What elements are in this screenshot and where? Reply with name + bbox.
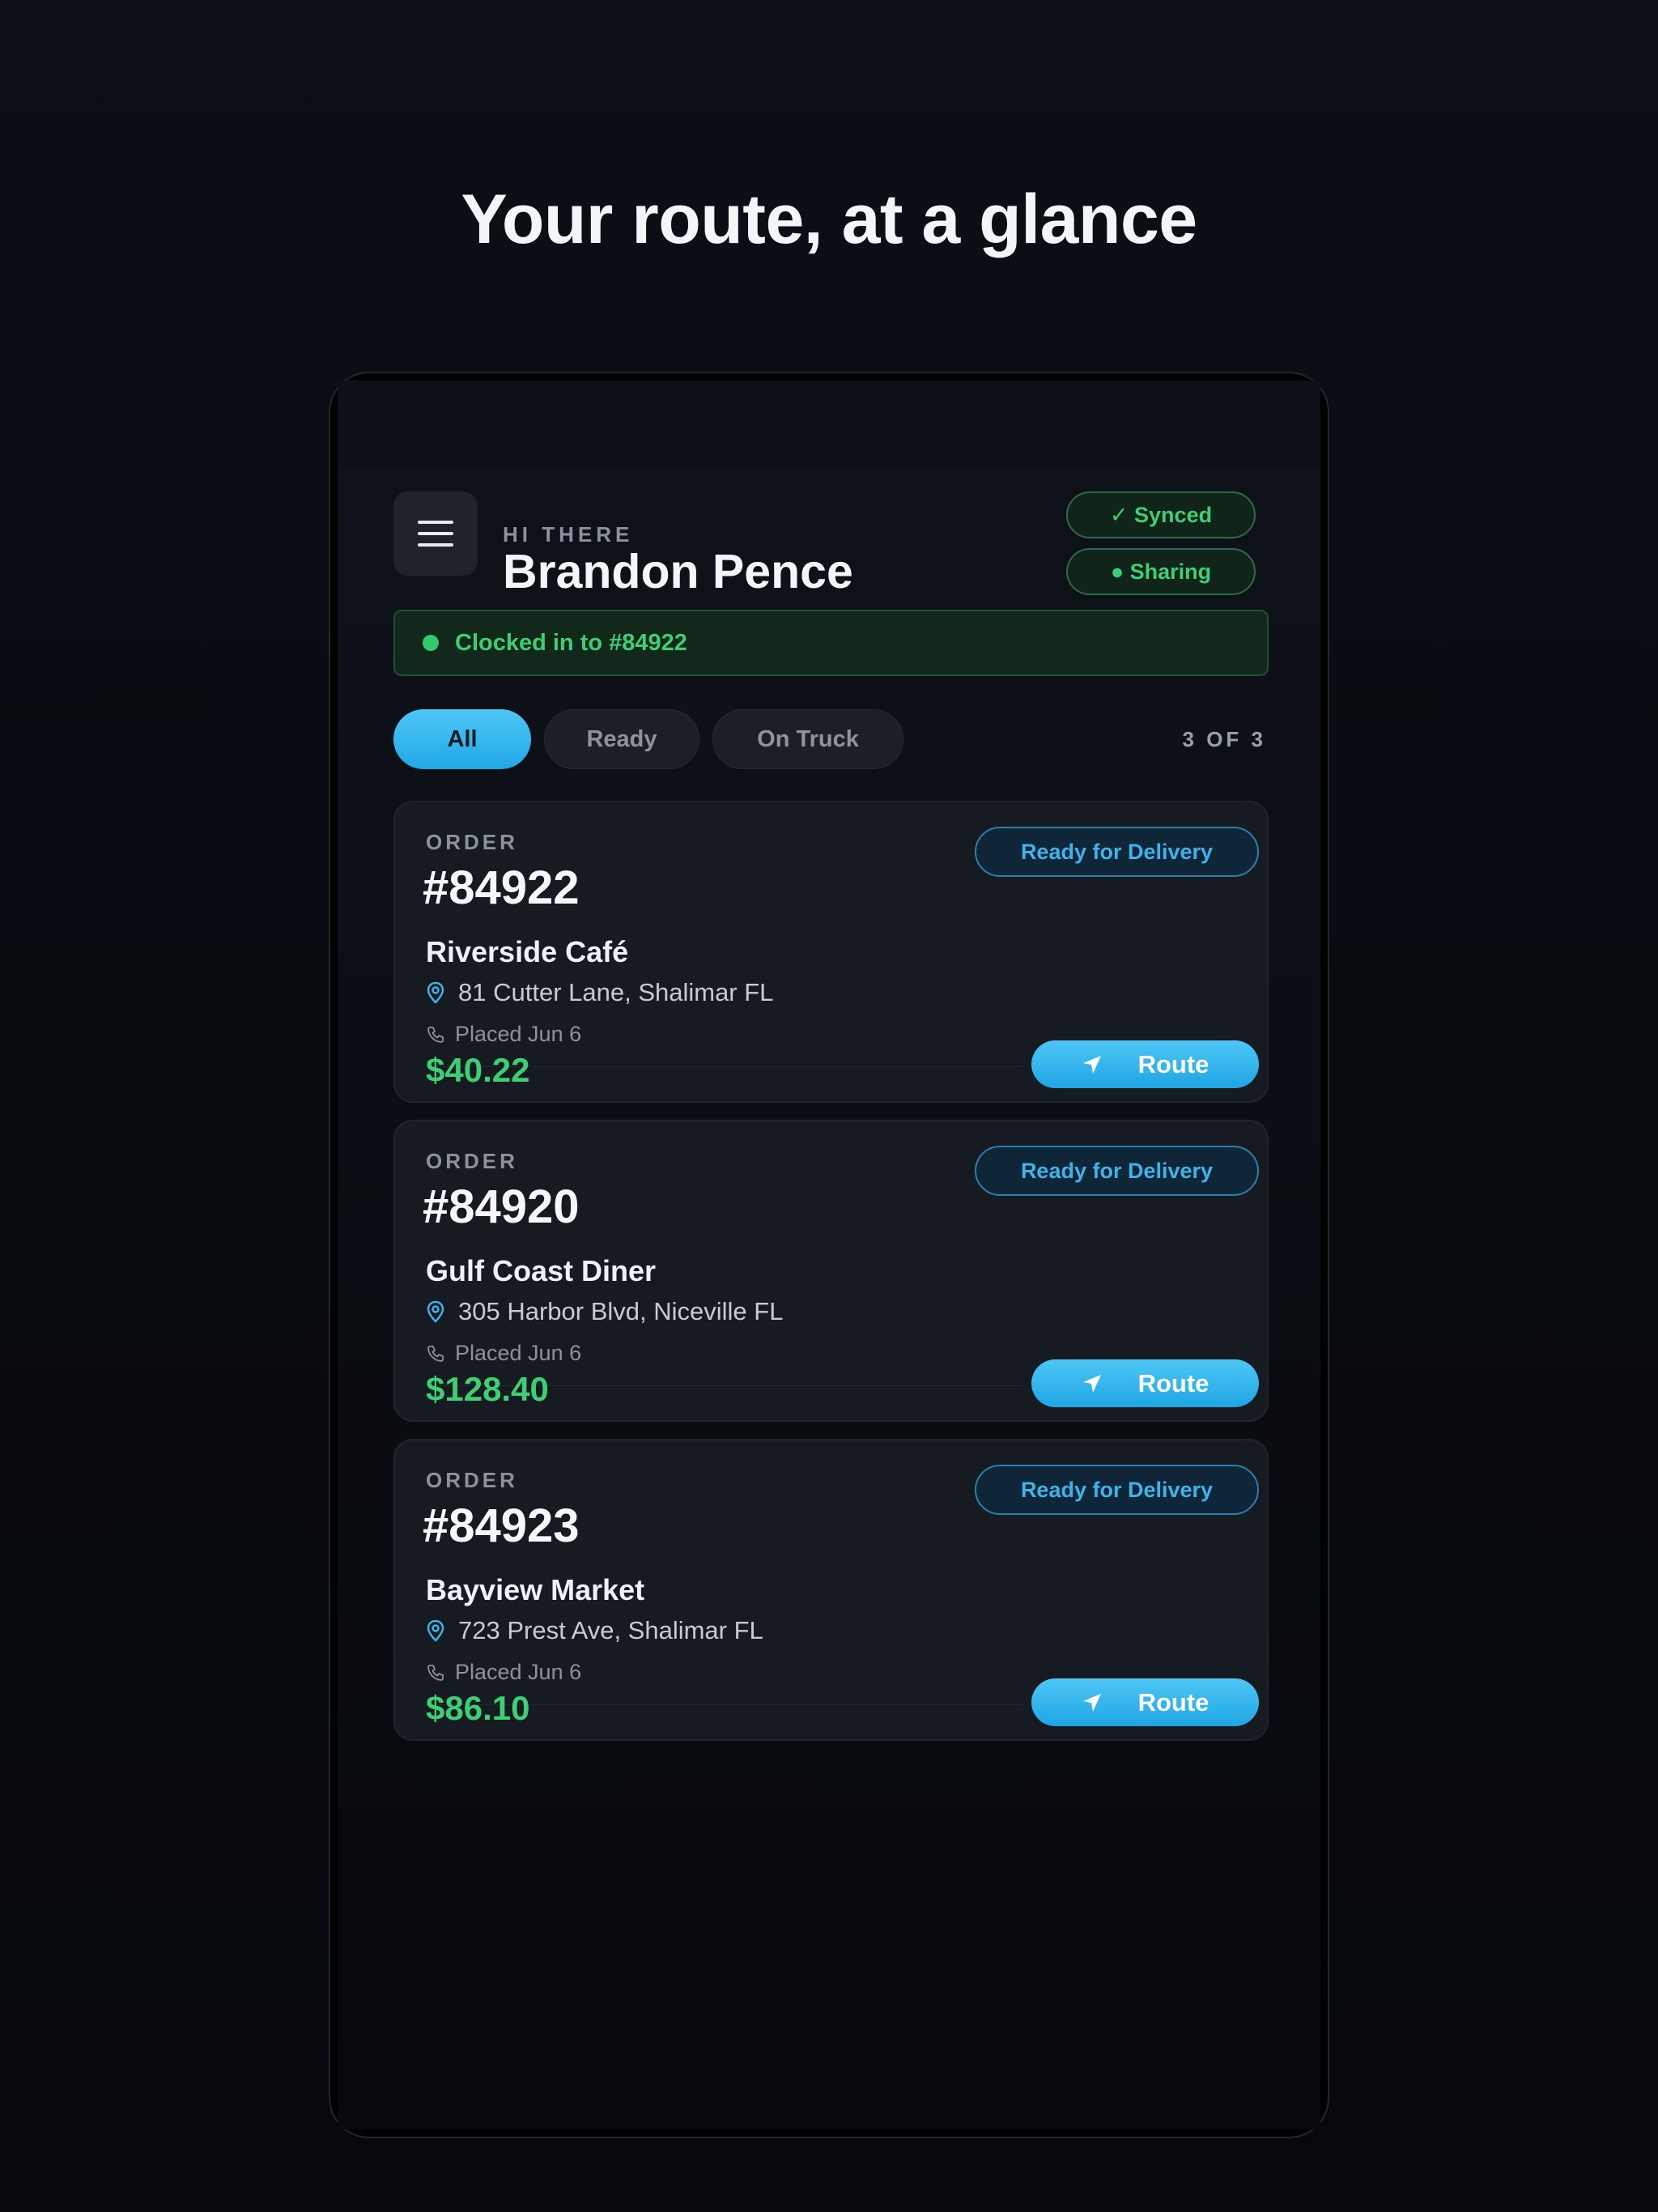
status-badge: Ready for Delivery xyxy=(975,827,1259,877)
phone-icon xyxy=(426,1663,445,1682)
order-total: $40.22 xyxy=(426,1051,530,1089)
phone-icon xyxy=(426,1344,445,1363)
clock-status-dot xyxy=(423,635,439,651)
map-pin-icon xyxy=(426,1300,445,1323)
order-number: #84922 xyxy=(423,861,580,914)
order-number: #84923 xyxy=(423,1499,580,1552)
tab-on-truck[interactable]: On Truck xyxy=(712,709,903,769)
order-count: 3 OF 3 xyxy=(1182,727,1266,751)
order-card[interactable]: ORDER #84922 Ready for Delivery Riversid… xyxy=(393,801,1269,1103)
tablet-frame: HI THERE Brandon Pence ✓ Synced ● Sharin… xyxy=(329,372,1329,2138)
address-text: 305 Harbor Blvd, Niceville FL xyxy=(458,1297,784,1325)
route-button[interactable]: Route xyxy=(1031,1359,1259,1407)
order-card[interactable]: ORDER #84920 Ready for Delivery Gulf Coa… xyxy=(393,1120,1269,1422)
order-label: ORDER xyxy=(426,830,518,854)
customer-name: Riverside Café xyxy=(426,935,629,968)
status-bar xyxy=(338,381,1320,468)
hamburger-menu-icon xyxy=(418,521,453,547)
customer-address: 723 Prest Ave, Shalimar FL xyxy=(426,1616,763,1645)
map-pin-icon xyxy=(426,981,445,1004)
route-button[interactable]: Route xyxy=(1031,1040,1259,1088)
route-label: Route xyxy=(1137,1368,1209,1397)
order-total: $86.10 xyxy=(426,1689,530,1727)
customer-name: Bayview Market xyxy=(426,1573,645,1606)
placed-text: Placed Jun 6 xyxy=(455,1341,582,1365)
tab-ready[interactable]: Ready xyxy=(544,709,699,769)
order-number: #84920 xyxy=(423,1180,580,1233)
route-label: Route xyxy=(1137,1049,1209,1078)
order-label: ORDER xyxy=(426,1149,518,1173)
navigation-arrow-icon xyxy=(1082,1692,1103,1713)
placed-text: Placed Jun 6 xyxy=(455,1660,582,1684)
navigation-arrow-icon xyxy=(1082,1054,1103,1075)
route-label: Route xyxy=(1137,1687,1209,1716)
status-badge: Ready for Delivery xyxy=(975,1465,1259,1515)
order-card[interactable]: ORDER #84923 Ready for Delivery Bayview … xyxy=(393,1439,1269,1741)
page-headline: Your route, at a glance xyxy=(461,181,1197,258)
placed-date: Placed Jun 6 xyxy=(426,1660,581,1685)
user-name: Brandon Pence xyxy=(503,545,853,598)
synced-status-pill[interactable]: ✓ Synced xyxy=(1066,491,1256,538)
order-label: ORDER xyxy=(426,1468,518,1492)
phone-icon xyxy=(426,1025,445,1044)
navigation-arrow-icon xyxy=(1082,1373,1103,1394)
customer-name: Gulf Coast Diner xyxy=(426,1254,657,1287)
status-badge: Ready for Delivery xyxy=(975,1146,1259,1196)
tab-all[interactable]: All xyxy=(393,709,531,769)
placed-date: Placed Jun 6 xyxy=(426,1341,581,1366)
customer-address: 305 Harbor Blvd, Niceville FL xyxy=(426,1297,783,1326)
app-screen: HI THERE Brandon Pence ✓ Synced ● Sharin… xyxy=(338,381,1320,2129)
placed-text: Placed Jun 6 xyxy=(455,1022,582,1046)
clock-in-text: Clocked in to #84922 xyxy=(455,629,687,656)
menu-button[interactable] xyxy=(393,491,478,576)
placed-date: Placed Jun 6 xyxy=(426,1022,581,1047)
customer-address: 81 Cutter Lane, Shalimar FL xyxy=(426,978,773,1007)
map-pin-icon xyxy=(426,1619,445,1642)
address-text: 81 Cutter Lane, Shalimar FL xyxy=(458,978,774,1006)
sharing-status-pill[interactable]: ● Sharing xyxy=(1066,548,1256,595)
order-total: $128.40 xyxy=(426,1370,549,1408)
address-text: 723 Prest Ave, Shalimar FL xyxy=(458,1616,763,1644)
route-button[interactable]: Route xyxy=(1031,1678,1259,1726)
clock-in-banner: Clocked in to #84922 xyxy=(393,610,1269,676)
